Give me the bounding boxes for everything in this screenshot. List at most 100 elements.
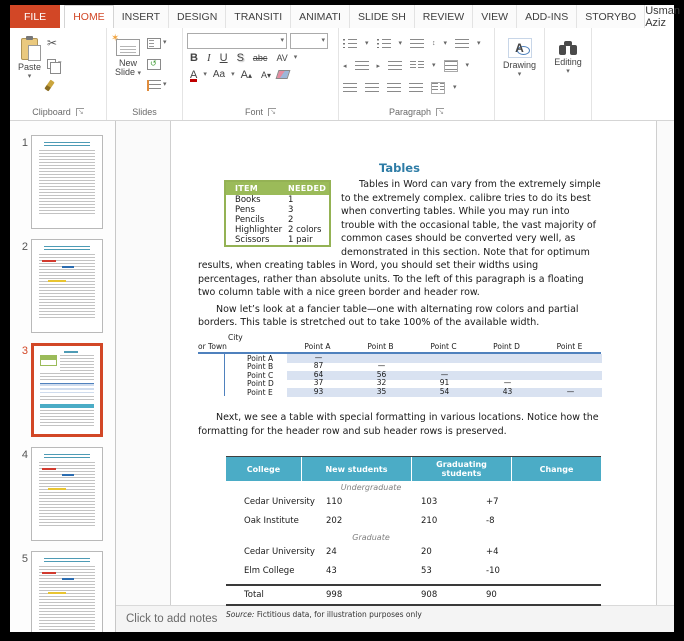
- distance-header-cell: City or Town: [198, 333, 286, 351]
- tab-transiti[interactable]: TRANSITI: [226, 5, 291, 28]
- distance-table-row: Point B87—: [225, 362, 601, 371]
- align-left-icon[interactable]: [343, 83, 357, 92]
- columns-icon[interactable]: [410, 61, 424, 70]
- cut-button[interactable]: ✂: [47, 36, 62, 50]
- college-table-cell: 53: [421, 566, 486, 576]
- college-subheader: Graduate: [226, 531, 516, 543]
- item-table-cell: Scissors: [225, 235, 286, 246]
- ribbon: Paste ▾ ✂ ▾ Clipboard↘ ✶ New Slide ▾: [10, 28, 674, 121]
- paragraph-group-label: Paragraph: [389, 107, 431, 117]
- slide-thumbnail-2[interactable]: 2: [14, 239, 115, 333]
- decrease-indent-icon[interactable]: ◂: [343, 62, 347, 70]
- new-slide-icon: ✶: [116, 39, 140, 56]
- numbering-icon[interactable]: [377, 39, 391, 48]
- slide-thumbnail-image: [31, 135, 103, 229]
- slide-page[interactable]: Tables ITEMNEEDEDBooks1Pens3Pencils2High…: [170, 121, 657, 605]
- tab-review[interactable]: REVIEW: [415, 5, 473, 28]
- grow-font-button[interactable]: A▴: [238, 69, 255, 81]
- new-slide-button[interactable]: ✶ New Slide ▾: [111, 32, 145, 79]
- bullets-icon[interactable]: [343, 39, 357, 48]
- strikethrough-button[interactable]: abc: [250, 53, 271, 63]
- distance-table-row: Point A—: [225, 354, 601, 363]
- tab-design[interactable]: DESIGN: [169, 5, 226, 28]
- clipboard-dialog-launcher-icon[interactable]: ↘: [76, 108, 84, 116]
- slide-number: 3: [14, 343, 28, 357]
- copy-button[interactable]: ▾: [47, 57, 62, 71]
- user-name[interactable]: Usman Aziz: [645, 5, 684, 28]
- font-color-dropdown[interactable]: ▾: [203, 72, 207, 78]
- align-center-icon[interactable]: [365, 83, 379, 92]
- font-color-button[interactable]: A: [187, 69, 200, 81]
- college-total-cell: Total: [226, 590, 326, 600]
- tab-animati[interactable]: ANIMATI: [291, 5, 350, 28]
- increase-indent-icon[interactable]: ▸: [377, 62, 381, 70]
- college-table-cell: 103: [421, 497, 486, 507]
- slide-thumbnail-1[interactable]: 1: [14, 135, 115, 229]
- slide-thumbnail-3[interactable]: 3: [14, 343, 115, 437]
- font-size-combobox[interactable]: ▾: [290, 33, 328, 49]
- tab-slide-sh[interactable]: SLIDE SH: [350, 5, 415, 28]
- slide-thumbnail-5[interactable]: 5: [14, 551, 115, 632]
- font-name-combobox[interactable]: ▾: [187, 33, 287, 49]
- tab-add-ins[interactable]: ADD-INS: [517, 5, 577, 28]
- distance-header-cell: Point C: [412, 342, 475, 351]
- paste-dropdown-arrow[interactable]: ▾: [28, 74, 32, 80]
- format-painter-button[interactable]: [47, 78, 62, 92]
- tab-home[interactable]: HOME: [64, 5, 114, 28]
- college-table: CollegeNew studentsGraduating studentsCh…: [198, 456, 601, 619]
- college-table-cell: 110: [326, 497, 421, 507]
- layout-button[interactable]: ▾: [147, 36, 167, 50]
- section-button[interactable]: ▾: [147, 78, 167, 92]
- text-direction-icon[interactable]: [455, 39, 469, 48]
- reset-icon: [147, 59, 161, 70]
- justify-icon[interactable]: [409, 83, 423, 92]
- paste-button[interactable]: Paste ▾: [14, 32, 45, 82]
- ribbon-tabs: HOMEINSERTDESIGNTRANSITIANIMATISLIDE SHR…: [64, 5, 645, 28]
- file-tab[interactable]: FILE: [10, 5, 60, 28]
- italic-button[interactable]: I: [204, 52, 214, 64]
- line-spacing-icon[interactable]: [410, 39, 424, 48]
- change-case-button[interactable]: Aa: [210, 69, 228, 80]
- distance-table: City or TownPoint APoint BPoint CPoint D…: [198, 333, 601, 397]
- character-spacing-button[interactable]: AV: [273, 53, 290, 63]
- align-text-icon[interactable]: [444, 60, 458, 72]
- item-table-header: ITEM: [225, 181, 286, 195]
- bold-button[interactable]: B: [187, 52, 201, 64]
- slide-thumbnail-image: [31, 447, 103, 541]
- college-table-cell: 20: [421, 547, 486, 557]
- editing-button[interactable]: Editing ▾: [550, 32, 586, 77]
- distance-table-cell: —: [539, 388, 602, 397]
- item-table-cell: Highlighter: [225, 225, 286, 235]
- college-table-cell: -10: [486, 566, 601, 576]
- shrink-font-button[interactable]: A▾: [258, 70, 274, 80]
- slide-thumbnail-4[interactable]: 4: [14, 447, 115, 541]
- college-table-row: Cedar University2420+4: [226, 543, 601, 562]
- reset-button[interactable]: [147, 57, 167, 71]
- format-painter-icon: [44, 79, 54, 91]
- tab-view[interactable]: VIEW: [473, 5, 517, 28]
- slide-number: 1: [14, 135, 28, 149]
- character-spacing-dropdown[interactable]: ▾: [294, 55, 298, 61]
- distance-table-cell: 43: [476, 388, 539, 397]
- college-table-cell: +4: [486, 547, 601, 557]
- underline-button[interactable]: U: [217, 52, 231, 64]
- item-table-header: NEEDED: [286, 181, 330, 195]
- paragraph-dialog-launcher-icon[interactable]: ↘: [436, 108, 444, 116]
- convert-smartart-icon[interactable]: [431, 82, 445, 94]
- tab-insert[interactable]: INSERT: [114, 5, 169, 28]
- college-table-cell: 202: [326, 516, 421, 526]
- align-right-icon[interactable]: [387, 83, 401, 92]
- editing-label: Editing: [554, 57, 582, 67]
- item-table-cell: 1: [286, 195, 330, 205]
- item-table-cell: 3: [286, 205, 330, 215]
- clear-formatting-icon[interactable]: [276, 70, 291, 79]
- drawing-button[interactable]: A Drawing ▾: [499, 32, 540, 80]
- powerpoint-window: FILE HOMEINSERTDESIGNTRANSITIANIMATISLID…: [10, 5, 674, 632]
- tab-storybo[interactable]: STORYBO: [577, 5, 645, 28]
- college-table-row: Elm College4353-10: [226, 562, 601, 581]
- font-group-label: Font: [245, 107, 263, 117]
- item-table-cell: 2: [286, 215, 330, 225]
- college-table-cell: Oak Institute: [226, 516, 326, 526]
- font-dialog-launcher-icon[interactable]: ↘: [268, 108, 276, 116]
- text-shadow-button[interactable]: S: [234, 52, 247, 64]
